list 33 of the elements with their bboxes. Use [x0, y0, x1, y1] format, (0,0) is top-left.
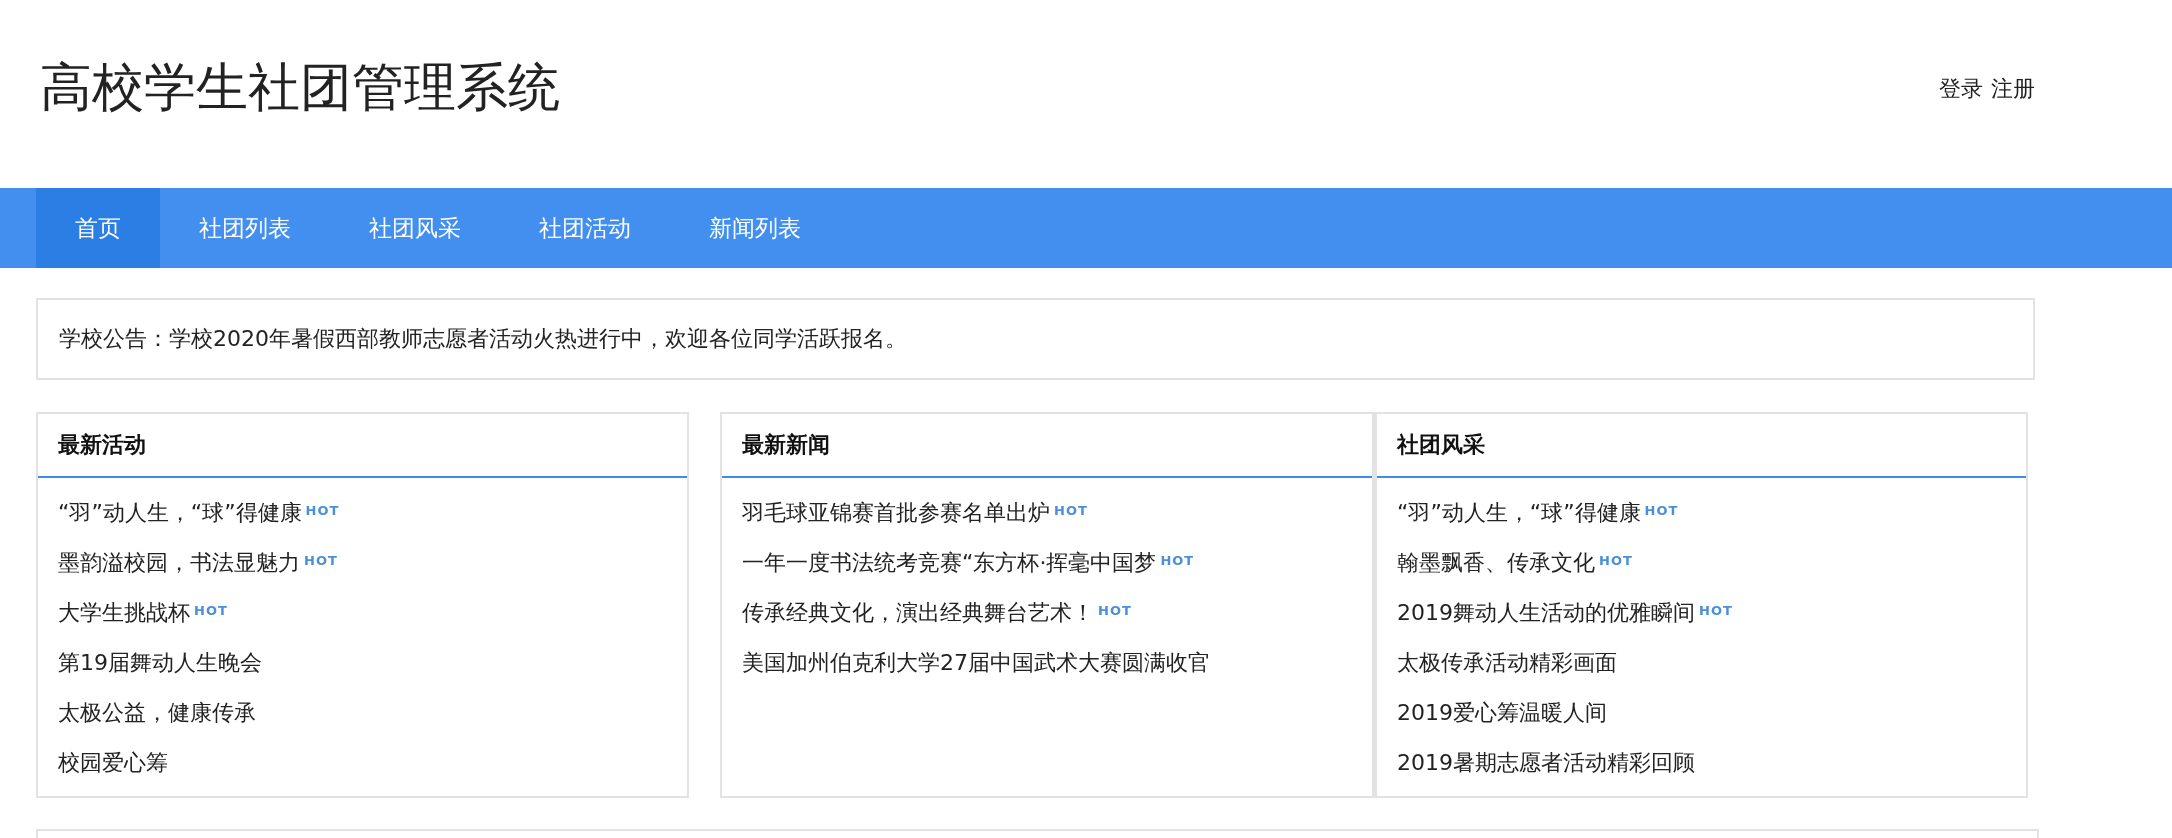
auth-link[interactable]: 注册: [1991, 74, 2035, 104]
site-title: 高校学生社团管理系统: [40, 57, 560, 118]
hot-tag: HOT: [1644, 502, 1679, 518]
list-link[interactable]: 大学生挑战杯: [58, 598, 190, 628]
panel-title: 社团风采: [1397, 431, 1485, 459]
list-link[interactable]: 2019暑期志愿者活动精彩回顾: [1397, 748, 1695, 778]
list-link[interactable]: 一年一度书法统考竞赛“东方杯·挥毫中国梦: [742, 548, 1157, 578]
list-link[interactable]: “羽”动人生，“球”得健康: [58, 498, 302, 528]
list-link[interactable]: 太极公益，健康传承: [58, 698, 256, 728]
list-link[interactable]: “羽”动人生，“球”得健康: [1397, 498, 1641, 528]
hot-tag: HOT: [305, 502, 340, 518]
list-link[interactable]: 美国加州伯克利大学27届中国武术大赛圆满收官: [742, 648, 1210, 678]
list-link[interactable]: 羽毛球亚锦赛首批参赛名单出炉: [742, 498, 1050, 528]
list-link[interactable]: 墨韵溢校园，书法显魅力: [58, 548, 300, 578]
auth-link[interactable]: 登录: [1939, 74, 1983, 104]
list-link[interactable]: 传承经典文化，演出经典舞台艺术！: [742, 598, 1094, 628]
notice-text: 学校公告：学校2020年暑假西部教师志愿者活动火热进行中，欢迎各位同学活跃报名。: [36, 298, 2035, 380]
hot-tag: HOT: [1160, 552, 1195, 568]
hot-tag: HOT: [1098, 602, 1132, 618]
hot-tag: HOT: [1699, 602, 1733, 618]
panel-title: 最新活动: [58, 431, 146, 459]
hot-tag: HOT: [1599, 552, 1633, 568]
panel-title: 最新新闻: [742, 431, 830, 459]
list-link[interactable]: 太极传承活动精彩画面: [1397, 648, 1617, 678]
hot-tag: HOT: [1054, 502, 1088, 518]
hot-tag: HOT: [304, 552, 338, 568]
list-link[interactable]: 2019爱心筹温暖人间: [1397, 698, 1607, 728]
list-link[interactable]: 翰墨飘香、传承文化: [1397, 548, 1595, 578]
nav-tab[interactable]: 首页: [36, 188, 160, 268]
list-link[interactable]: 第19届舞动人生晚会: [58, 648, 262, 678]
list-link[interactable]: 2019舞动人生活动的优雅瞬间: [1397, 598, 1695, 628]
hot-tag: HOT: [194, 602, 228, 618]
list-link[interactable]: 校园爱心筹: [58, 748, 168, 778]
